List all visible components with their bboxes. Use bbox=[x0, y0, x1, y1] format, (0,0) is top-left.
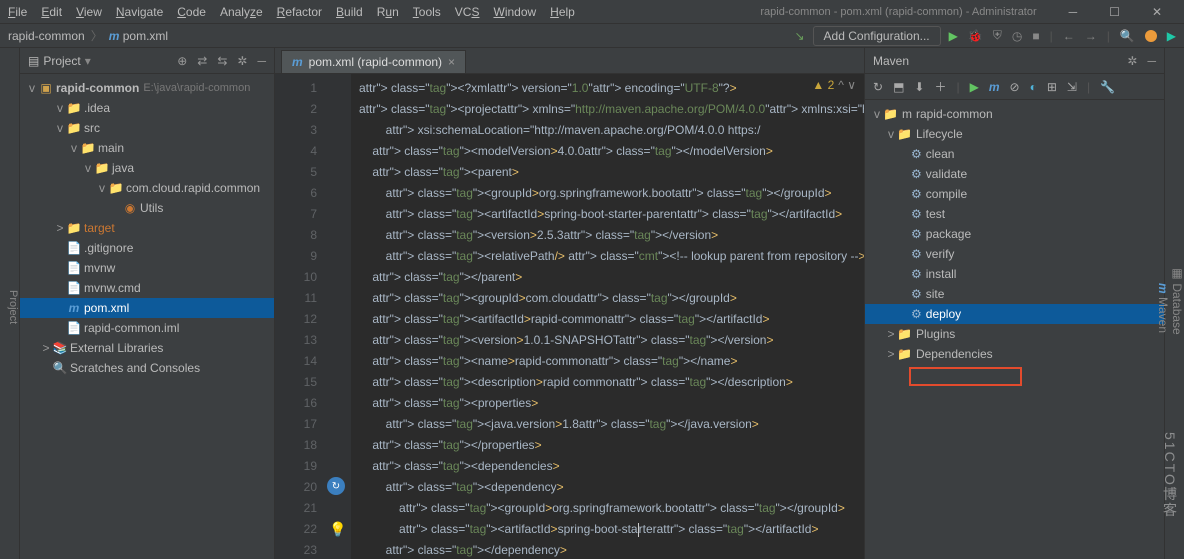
minimize-icon[interactable]: ─ bbox=[1069, 5, 1078, 19]
menu-vcs[interactable]: VCS bbox=[455, 5, 480, 19]
menu-code[interactable]: Code bbox=[177, 5, 206, 19]
code-editor[interactable]: 1234567891011121314151617181920212223 ↻ … bbox=[275, 74, 864, 559]
menu-build[interactable]: Build bbox=[336, 5, 363, 19]
tree-item-scratches-and-consoles[interactable]: 🔍Scratches and Consoles bbox=[20, 358, 274, 378]
tree-item-mvnw[interactable]: 📄mvnw bbox=[20, 258, 274, 278]
build-icon[interactable]: ↘ bbox=[794, 29, 804, 43]
menu-window[interactable]: Window bbox=[493, 5, 536, 19]
menu-help[interactable]: Help bbox=[550, 5, 575, 19]
maven-hide-icon[interactable]: ─ bbox=[1147, 54, 1156, 68]
expand-icon[interactable]: ⇄ bbox=[197, 54, 207, 68]
lifecycle-clean[interactable]: ⚙clean bbox=[865, 144, 1164, 164]
download-icon[interactable]: ⬇ bbox=[914, 80, 924, 94]
maven-settings-icon[interactable]: ✲ bbox=[1127, 54, 1137, 68]
navbar: rapid-common 〉 m pom.xml ↘ Add Configura… bbox=[0, 24, 1184, 48]
maven-wrench-icon[interactable]: 🔧 bbox=[1100, 80, 1115, 94]
maven-panel-title: Maven bbox=[873, 54, 909, 68]
window-title: rapid-common - pom.xml (rapid-common) - … bbox=[760, 6, 1036, 18]
collapse-all-icon[interactable]: ⇲ bbox=[1067, 80, 1077, 94]
bulb-icon[interactable]: 💡 bbox=[329, 519, 346, 540]
debug-icon[interactable]: 🐞 bbox=[968, 29, 983, 43]
lifecycle-validate[interactable]: ⚙validate bbox=[865, 164, 1164, 184]
menu-run[interactable]: Run bbox=[377, 5, 399, 19]
tree-root[interactable]: v▣rapid-commonE:\java\rapid-common bbox=[20, 78, 274, 98]
notifications-icon[interactable] bbox=[1145, 30, 1157, 42]
tree-item-java[interactable]: v📁java bbox=[20, 158, 274, 178]
maven-plugins[interactable]: >📁Plugins bbox=[865, 324, 1164, 344]
lifecycle-install[interactable]: ⚙install bbox=[865, 264, 1164, 284]
main-area: Project ▤Project▾ ⊕ ⇄ ⇆ ✲ ─ v▣rapid-comm… bbox=[0, 48, 1184, 559]
tree-item-rapid-common-iml[interactable]: 📄rapid-common.iml bbox=[20, 318, 274, 338]
back-icon[interactable]: ← bbox=[1063, 29, 1075, 43]
stop-icon[interactable]: ■ bbox=[1032, 29, 1039, 43]
reimport-icon[interactable]: ↻ bbox=[873, 80, 883, 94]
skip-tests-icon[interactable]: ⊘ bbox=[1010, 80, 1020, 94]
lifecycle-verify[interactable]: ⚙verify bbox=[865, 244, 1164, 264]
tree-item--gitignore[interactable]: 📄.gitignore bbox=[20, 238, 274, 258]
maven-panel: Maven ✲ ─ ↻ ⬒ ⬇ ＋ | ▶ m ⊘ ◐ ⊞ ⇲ | 🔧 v📁mr… bbox=[864, 48, 1164, 559]
forward-icon[interactable]: → bbox=[1085, 29, 1097, 43]
add-configuration-button[interactable]: Add Configuration... bbox=[813, 26, 941, 46]
editor-tab-pom[interactable]: m pom.xml (rapid-common) × bbox=[281, 50, 466, 73]
lifecycle-deploy[interactable]: ⚙deploy bbox=[865, 304, 1164, 324]
coverage-icon[interactable]: ⛨ bbox=[993, 28, 1002, 43]
menubar: File Edit View Navigate Code Analyze Ref… bbox=[0, 0, 1184, 24]
menu-navigate[interactable]: Navigate bbox=[116, 5, 163, 19]
project-panel: ▤Project▾ ⊕ ⇄ ⇆ ✲ ─ v▣rapid-commonE:\jav… bbox=[20, 48, 275, 559]
watermark: 51CTO博客 bbox=[1160, 432, 1180, 519]
maven-dependencies[interactable]: >📁Dependencies bbox=[865, 344, 1164, 364]
breadcrumb-file[interactable]: m pom.xml bbox=[109, 29, 168, 43]
maven-lifecycle[interactable]: v📁Lifecycle bbox=[865, 124, 1164, 144]
run-maven-icon[interactable]: ▶ bbox=[970, 80, 979, 94]
maven-toolbar: ↻ ⬒ ⬇ ＋ | ▶ m ⊘ ◐ ⊞ ⇲ | 🔧 bbox=[865, 74, 1164, 100]
tree-item-main[interactable]: v📁main bbox=[20, 138, 274, 158]
menu-analyze[interactable]: Analyze bbox=[220, 5, 263, 19]
editor-tabbar: m pom.xml (rapid-common) × bbox=[275, 48, 864, 74]
breadcrumb-project[interactable]: rapid-common bbox=[8, 29, 85, 43]
menu-view[interactable]: View bbox=[76, 5, 102, 19]
settings-icon[interactable]: ✲ bbox=[237, 54, 247, 68]
maven-root[interactable]: v📁mrapid-common bbox=[865, 104, 1164, 124]
maven-m-icon[interactable]: m bbox=[989, 80, 1000, 94]
code-with-me-icon[interactable]: ▶ bbox=[1167, 29, 1176, 43]
menu-tools[interactable]: Tools bbox=[413, 5, 441, 19]
project-panel-title[interactable]: ▤Project▾ bbox=[28, 54, 91, 68]
editor-panel: m pom.xml (rapid-common) × 1234567891011… bbox=[275, 48, 864, 559]
breadcrumb: rapid-common 〉 m pom.xml bbox=[8, 27, 168, 44]
search-icon[interactable]: 🔍 bbox=[1120, 29, 1135, 43]
left-tool-strip[interactable]: Project bbox=[0, 48, 20, 559]
generate-icon[interactable]: ⬒ bbox=[893, 80, 904, 94]
add-icon[interactable]: ＋ bbox=[934, 78, 946, 95]
tree-item-external-libraries[interactable]: >📚External Libraries bbox=[20, 338, 274, 358]
lifecycle-package[interactable]: ⚙package bbox=[865, 224, 1164, 244]
tree-item-target[interactable]: >📁target bbox=[20, 218, 274, 238]
reload-gutter-icon[interactable]: ↻ bbox=[327, 477, 345, 495]
tree-item-src[interactable]: v📁src bbox=[20, 118, 274, 138]
tab-close-icon[interactable]: × bbox=[448, 55, 455, 69]
editor-status-badge[interactable]: ▲ 2^ ∨ bbox=[812, 78, 856, 92]
menu-edit[interactable]: Edit bbox=[41, 5, 62, 19]
show-deps-icon[interactable]: ⊞ bbox=[1047, 80, 1057, 94]
locate-icon[interactable]: ⊕ bbox=[177, 54, 187, 68]
lifecycle-test[interactable]: ⚙test bbox=[865, 204, 1164, 224]
maximize-icon[interactable]: ☐ bbox=[1109, 5, 1120, 19]
menu-file[interactable]: File bbox=[8, 5, 27, 19]
close-icon[interactable]: ✕ bbox=[1152, 5, 1162, 19]
tree-item-utils[interactable]: ◉Utils bbox=[20, 198, 274, 218]
lifecycle-site[interactable]: ⚙site bbox=[865, 284, 1164, 304]
collapse-icon[interactable]: ⇆ bbox=[217, 54, 227, 68]
hide-icon[interactable]: ─ bbox=[257, 54, 266, 68]
lifecycle-compile[interactable]: ⚙compile bbox=[865, 184, 1164, 204]
profile-icon[interactable]: ◷ bbox=[1012, 29, 1022, 43]
gutter-icons: ↻ 💡 bbox=[325, 74, 351, 559]
offline-icon[interactable]: ◐ bbox=[1030, 80, 1037, 94]
menu-refactor[interactable]: Refactor bbox=[277, 5, 322, 19]
tree-item-mvnw-cmd[interactable]: 📄mvnw.cmd bbox=[20, 278, 274, 298]
tree-item-pom-xml[interactable]: mpom.xml bbox=[20, 298, 274, 318]
tree-item--idea[interactable]: v📁.idea bbox=[20, 98, 274, 118]
editor-tab-label: pom.xml (rapid-common) bbox=[309, 55, 442, 69]
tree-item-com-cloud-rapid-common[interactable]: v📁com.cloud.rapid.common bbox=[20, 178, 274, 198]
run-icon[interactable]: ▶ bbox=[949, 29, 958, 43]
line-number-gutter: 1234567891011121314151617181920212223 bbox=[275, 74, 325, 559]
